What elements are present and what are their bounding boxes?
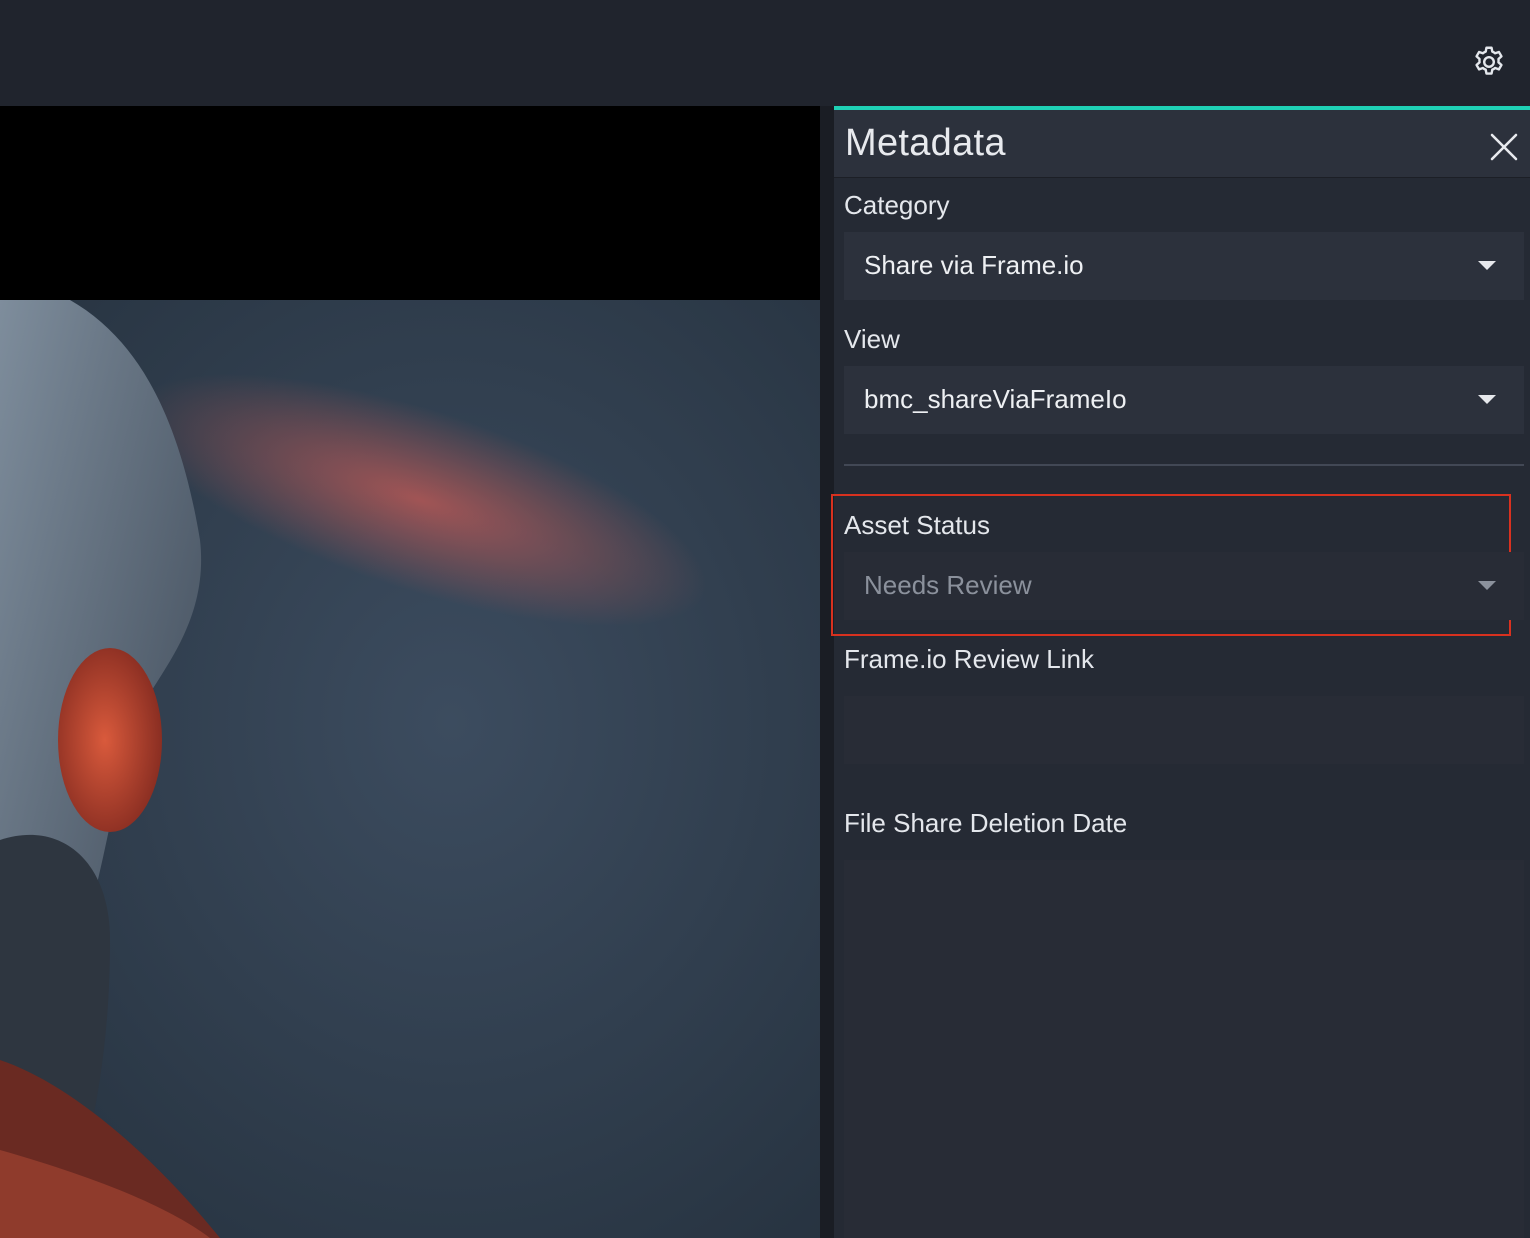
metadata-panel: Metadata Category Share via Frame.io Vie…: [831, 106, 1530, 1238]
view-value: bmc_shareViaFrameIo: [864, 384, 1127, 414]
asset-status-value: Needs Review: [864, 570, 1032, 600]
close-icon[interactable]: [1489, 132, 1519, 162]
category-label: Category: [844, 190, 950, 220]
gear-icon[interactable]: [1471, 44, 1507, 80]
panel-header: Metadata: [834, 110, 1530, 178]
asset-status-label: Asset Status: [844, 510, 990, 540]
chevron-down-icon: [1478, 395, 1496, 404]
help-icon[interactable]: [1455, 0, 1483, 4]
section-divider: [844, 464, 1524, 466]
review-link-label: Frame.io Review Link: [844, 644, 1094, 674]
chevron-down-icon: [1478, 581, 1496, 590]
chevron-down-icon: [1478, 261, 1496, 270]
view-label: View: [844, 324, 900, 354]
review-link-input[interactable]: [844, 696, 1524, 764]
video-frame-image: [0, 300, 820, 1238]
panel-divider[interactable]: [820, 106, 834, 1238]
deletion-date-input[interactable]: [844, 860, 1524, 1238]
video-frame: [0, 300, 820, 1238]
category-select[interactable]: Share via Frame.io: [844, 232, 1524, 300]
view-select[interactable]: bmc_shareViaFrameIo: [844, 366, 1524, 434]
media-viewer[interactable]: [0, 106, 820, 1238]
panel-title: Metadata: [845, 122, 1006, 164]
top-bar: [0, 0, 1530, 106]
deletion-date-label: File Share Deletion Date: [844, 808, 1128, 838]
asset-status-select[interactable]: Needs Review: [844, 552, 1524, 620]
category-value: Share via Frame.io: [864, 250, 1084, 280]
